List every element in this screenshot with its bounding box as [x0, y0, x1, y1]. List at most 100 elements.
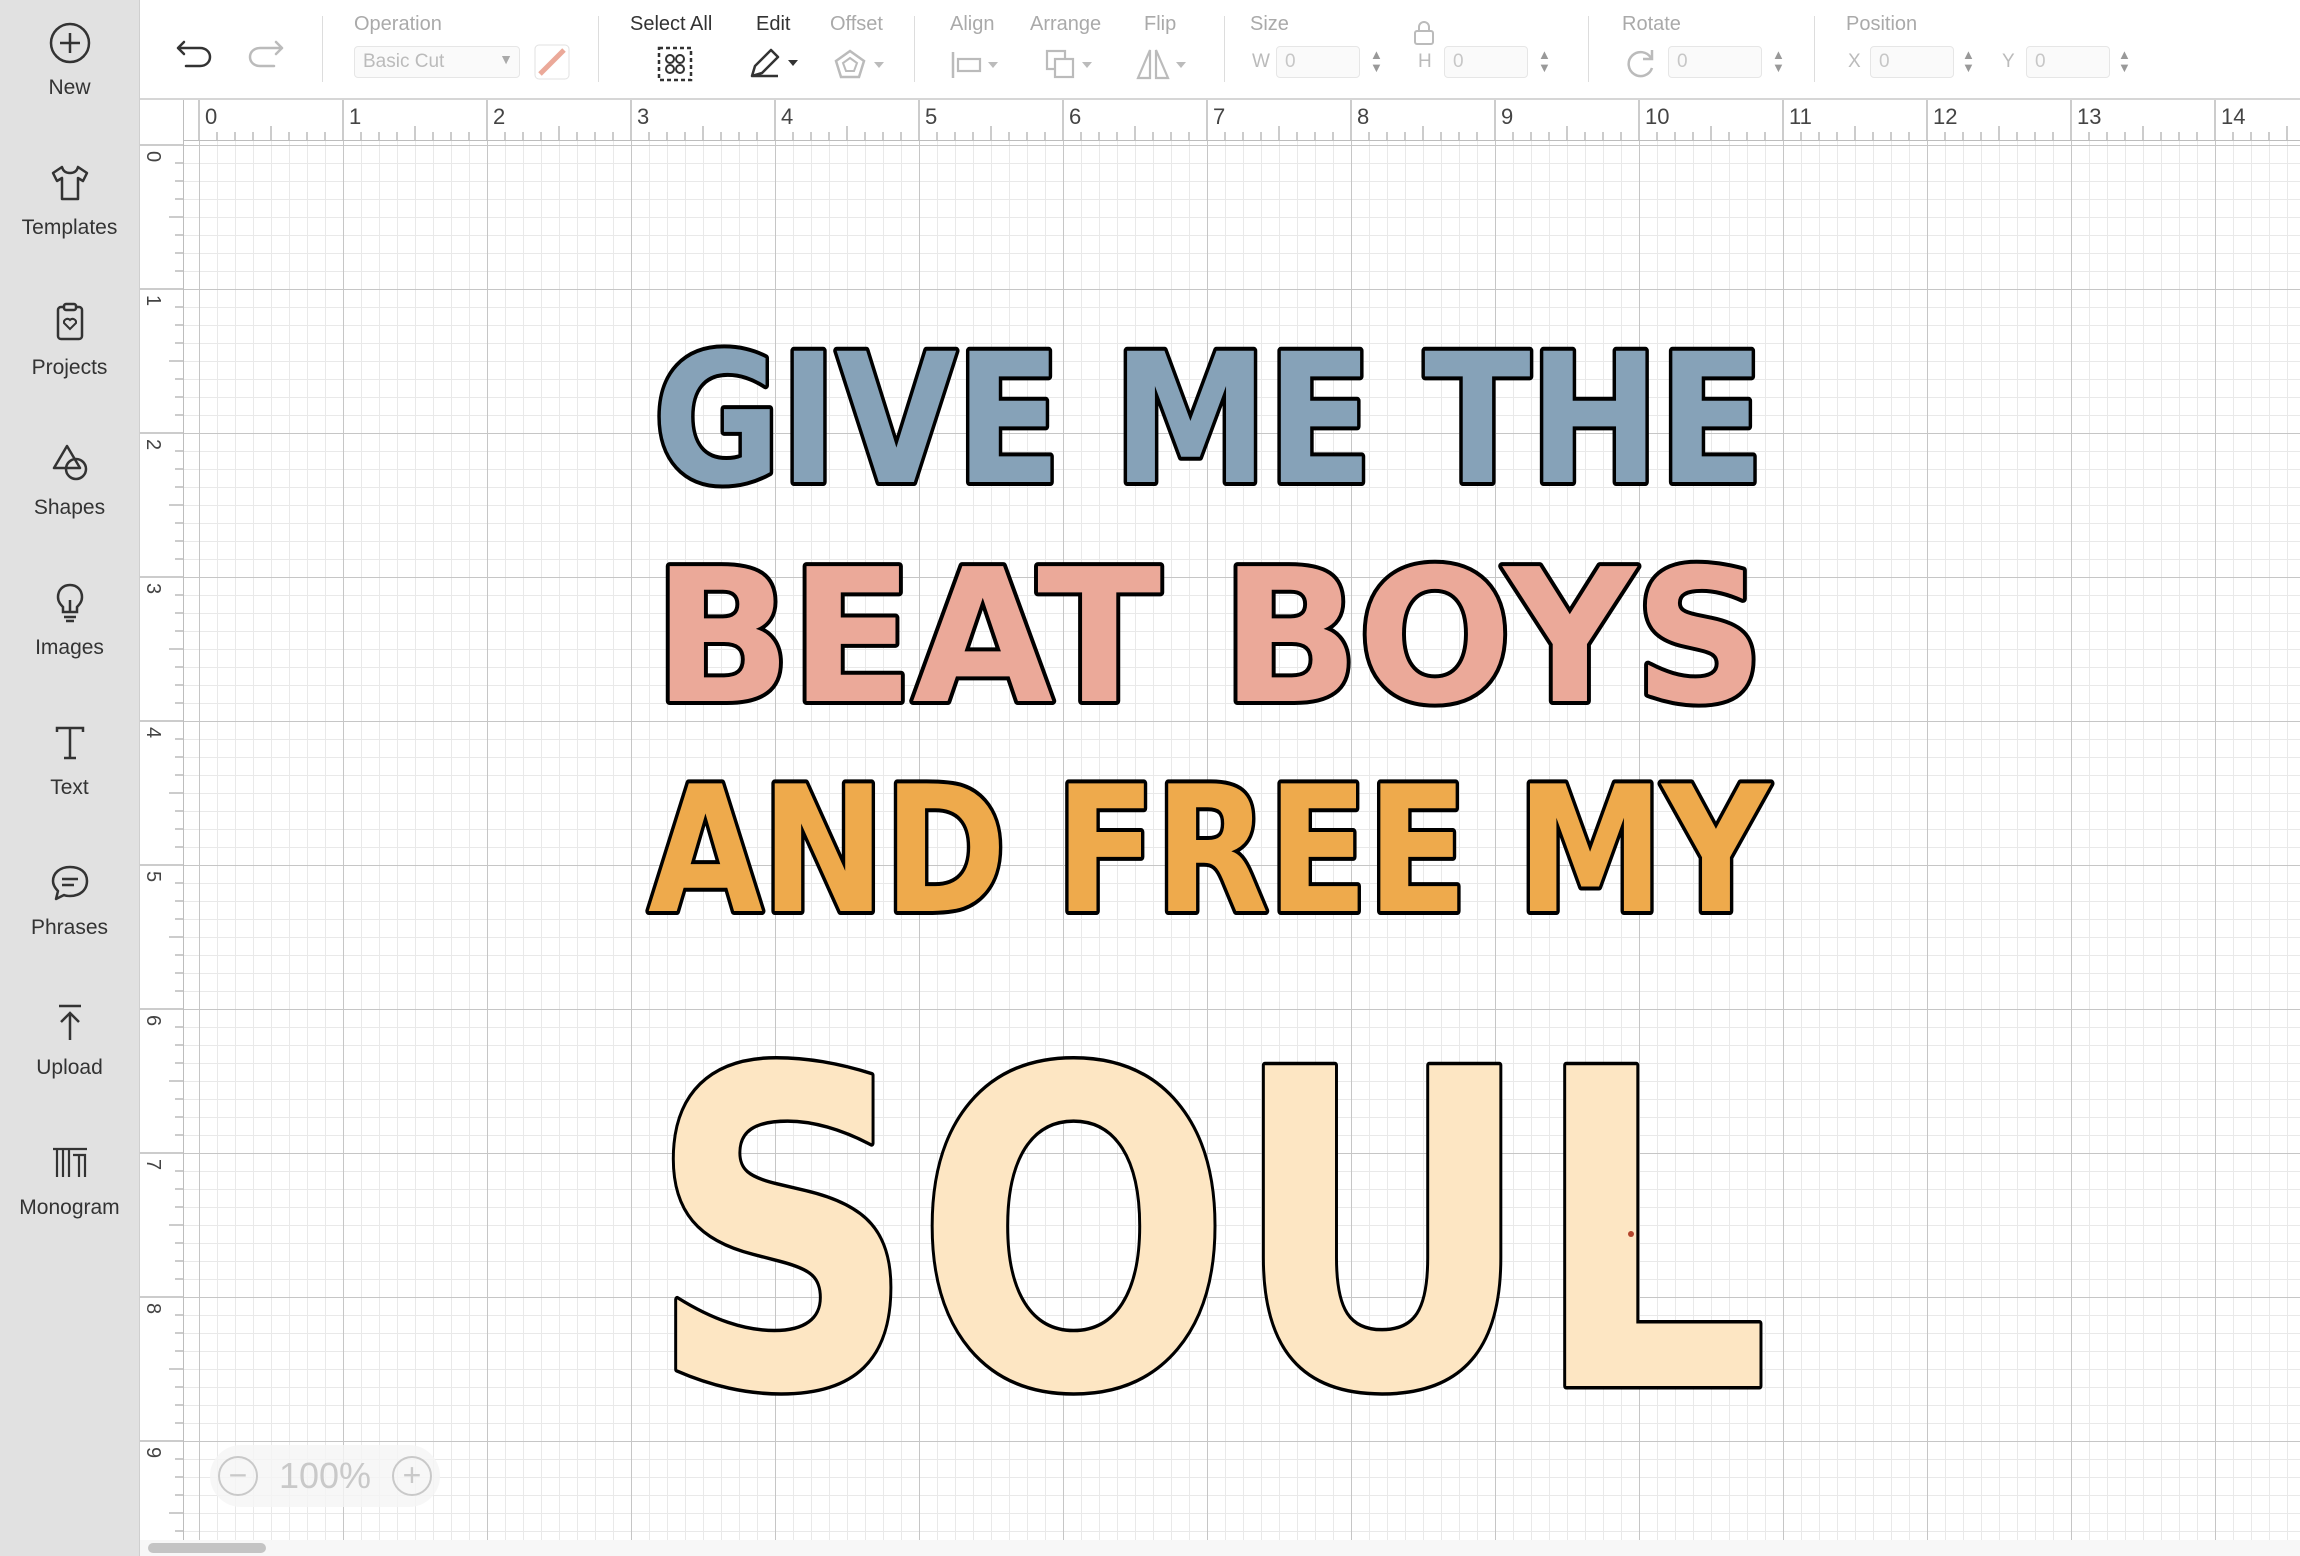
size-label: Size — [1250, 13, 1289, 35]
toolbar-divider — [914, 16, 915, 82]
ruler-label-y-9: 9 — [142, 1447, 164, 1459]
flip-label: Flip — [1144, 13, 1177, 35]
ruler-label-x-11: 11 — [1789, 104, 1812, 129]
left-sidebar: New Templates Projects Shapes Images Tex… — [0, 0, 140, 1556]
select-all-label: Select All — [630, 13, 713, 35]
sidebar-item-phrases[interactable]: Phrases — [0, 860, 139, 990]
vertical-ruler: 0 1 2 3 4 5 6 7 8 9 — [140, 100, 184, 1540]
y-stepper[interactable]: ▲ ▼ — [2118, 48, 2131, 74]
edit-pencil-icon[interactable] — [746, 46, 806, 80]
rotate-stepper[interactable]: ▲ ▼ — [1772, 48, 1785, 74]
sidebar-item-monogram[interactable]: Monogram — [0, 1140, 139, 1270]
rotate-icon — [1622, 46, 1658, 80]
ruler-label-y-8: 8 — [142, 1303, 164, 1315]
sidebar-item-label: Monogram — [19, 1196, 120, 1219]
ruler-label-x-14: 14 — [2221, 104, 2246, 129]
tshirt-icon — [47, 160, 93, 206]
ruler-label-x-5: 5 — [925, 104, 938, 129]
design-canvas[interactable]: GIVE ME THE BEAT BOYS AND FREE MY SOUL — [184, 141, 2300, 1541]
toolbar-divider — [1814, 16, 1815, 82]
ruler-label-x-4: 4 — [781, 104, 794, 129]
sidebar-item-text[interactable]: Text — [0, 720, 139, 850]
sidebar-item-upload[interactable]: Upload — [0, 1000, 139, 1130]
x-value: 0 — [1879, 51, 1890, 72]
ruler-label-x-1: 1 — [349, 104, 362, 129]
x-stepper[interactable]: ▲ ▼ — [1962, 48, 1975, 74]
operation-label: Operation — [354, 13, 442, 35]
rotate-value: 0 — [1677, 51, 1688, 72]
arrange-icon[interactable] — [1044, 48, 1102, 82]
x-position-input[interactable]: 0 — [1870, 46, 1954, 78]
shapes-icon — [47, 440, 93, 486]
horizontal-ruler: 0 1 2 3 4 5 6 7 8 9 10 11 12 13 14 — [140, 100, 2300, 141]
ruler-label-x-2: 2 — [493, 104, 506, 129]
chevron-down-icon: ▼ — [499, 51, 513, 67]
y-value: 0 — [2035, 51, 2046, 72]
sidebar-item-label: New — [48, 76, 91, 99]
sidebar-item-label: Upload — [36, 1056, 103, 1079]
undo-icon[interactable] — [174, 34, 216, 70]
ruler-ticks — [140, 144, 183, 1532]
align-icon[interactable] — [950, 50, 1008, 80]
pen-color-swatch-icon[interactable] — [534, 44, 570, 80]
scrollbar-thumb[interactable] — [148, 1543, 266, 1553]
design-line-4[interactable]: SOUL — [645, 975, 1774, 1494]
toolbar-divider — [1224, 16, 1225, 82]
sidebar-item-projects[interactable]: Projects — [0, 300, 139, 430]
lightbulb-icon — [47, 580, 93, 626]
operation-select[interactable]: Basic Cut ▼ — [354, 46, 520, 78]
arrange-label: Arrange — [1030, 13, 1102, 35]
text-t-icon — [47, 720, 93, 766]
operation-value: Basic Cut — [363, 51, 445, 72]
height-prefix: H — [1418, 51, 1432, 72]
sidebar-item-label: Phrases — [30, 916, 109, 939]
sidebar-item-label: Images — [35, 636, 104, 659]
design-artwork[interactable]: GIVE ME THE BEAT BOYS AND FREE MY SOUL — [184, 141, 2300, 1541]
sidebar-item-templates[interactable]: Templates — [0, 160, 139, 290]
ruler-label-y-1: 1 — [142, 295, 164, 307]
height-input[interactable]: 0 — [1444, 46, 1528, 78]
ruler-label-y-6: 6 — [142, 1015, 164, 1027]
design-line-2[interactable]: BEAT BOYS — [649, 525, 1769, 749]
flip-icon[interactable] — [1134, 46, 1192, 82]
zoom-in-button[interactable]: + — [391, 1456, 432, 1496]
top-toolbar: Operation Basic Cut ▼ Select All Edit Of… — [140, 0, 2300, 100]
zoom-out-button[interactable]: − — [218, 1456, 258, 1496]
sidebar-item-images[interactable]: Images — [0, 580, 139, 710]
rotate-input[interactable]: 0 — [1668, 46, 1762, 78]
offset-icon[interactable] — [832, 48, 890, 82]
y-position-input[interactable]: 0 — [2026, 46, 2110, 78]
horizontal-scrollbar[interactable] — [140, 1540, 2300, 1556]
ruler-label-y-2: 2 — [142, 439, 164, 451]
sidebar-item-new[interactable]: New — [0, 20, 139, 150]
offset-label: Offset — [830, 13, 883, 35]
height-stepper[interactable]: ▲ ▼ — [1538, 48, 1551, 74]
ruler-label-x-8: 8 — [1357, 104, 1370, 129]
ruler-label-y-0: 0 — [142, 151, 164, 163]
design-line-3[interactable]: AND FREE MY — [644, 746, 1778, 957]
ruler-label-x-13: 13 — [2077, 104, 2102, 129]
sidebar-item-shapes[interactable]: Shapes — [0, 440, 139, 570]
ruler-label-y-7: 7 — [142, 1159, 164, 1171]
sidebar-item-label: Projects — [31, 356, 108, 379]
ruler-label-y-3: 3 — [142, 583, 164, 595]
sidebar-item-label: Shapes — [33, 496, 106, 519]
x-prefix: X — [1848, 51, 1861, 72]
clipboard-heart-icon — [47, 300, 93, 346]
redo-icon[interactable] — [244, 34, 286, 70]
zoom-level: 100% — [278, 1455, 372, 1496]
width-stepper[interactable]: ▲ ▼ — [1370, 48, 1383, 74]
ruler-label-x-3: 3 — [637, 104, 650, 129]
y-prefix: Y — [2002, 51, 2015, 72]
select-all-icon[interactable] — [656, 45, 694, 83]
toolbar-divider — [598, 16, 599, 82]
ruler-label-y-4: 4 — [142, 727, 164, 739]
design-line-1[interactable]: GIVE ME THE — [649, 312, 1769, 529]
lock-ratio-icon[interactable] — [1412, 20, 1436, 46]
width-prefix: W — [1252, 51, 1270, 72]
toolbar-divider — [1588, 16, 1589, 82]
ruler-label-x-6: 6 — [1069, 104, 1082, 129]
sidebar-item-label: Templates — [21, 216, 118, 239]
width-input[interactable]: 0 — [1276, 46, 1360, 78]
position-label: Position — [1846, 13, 1918, 35]
